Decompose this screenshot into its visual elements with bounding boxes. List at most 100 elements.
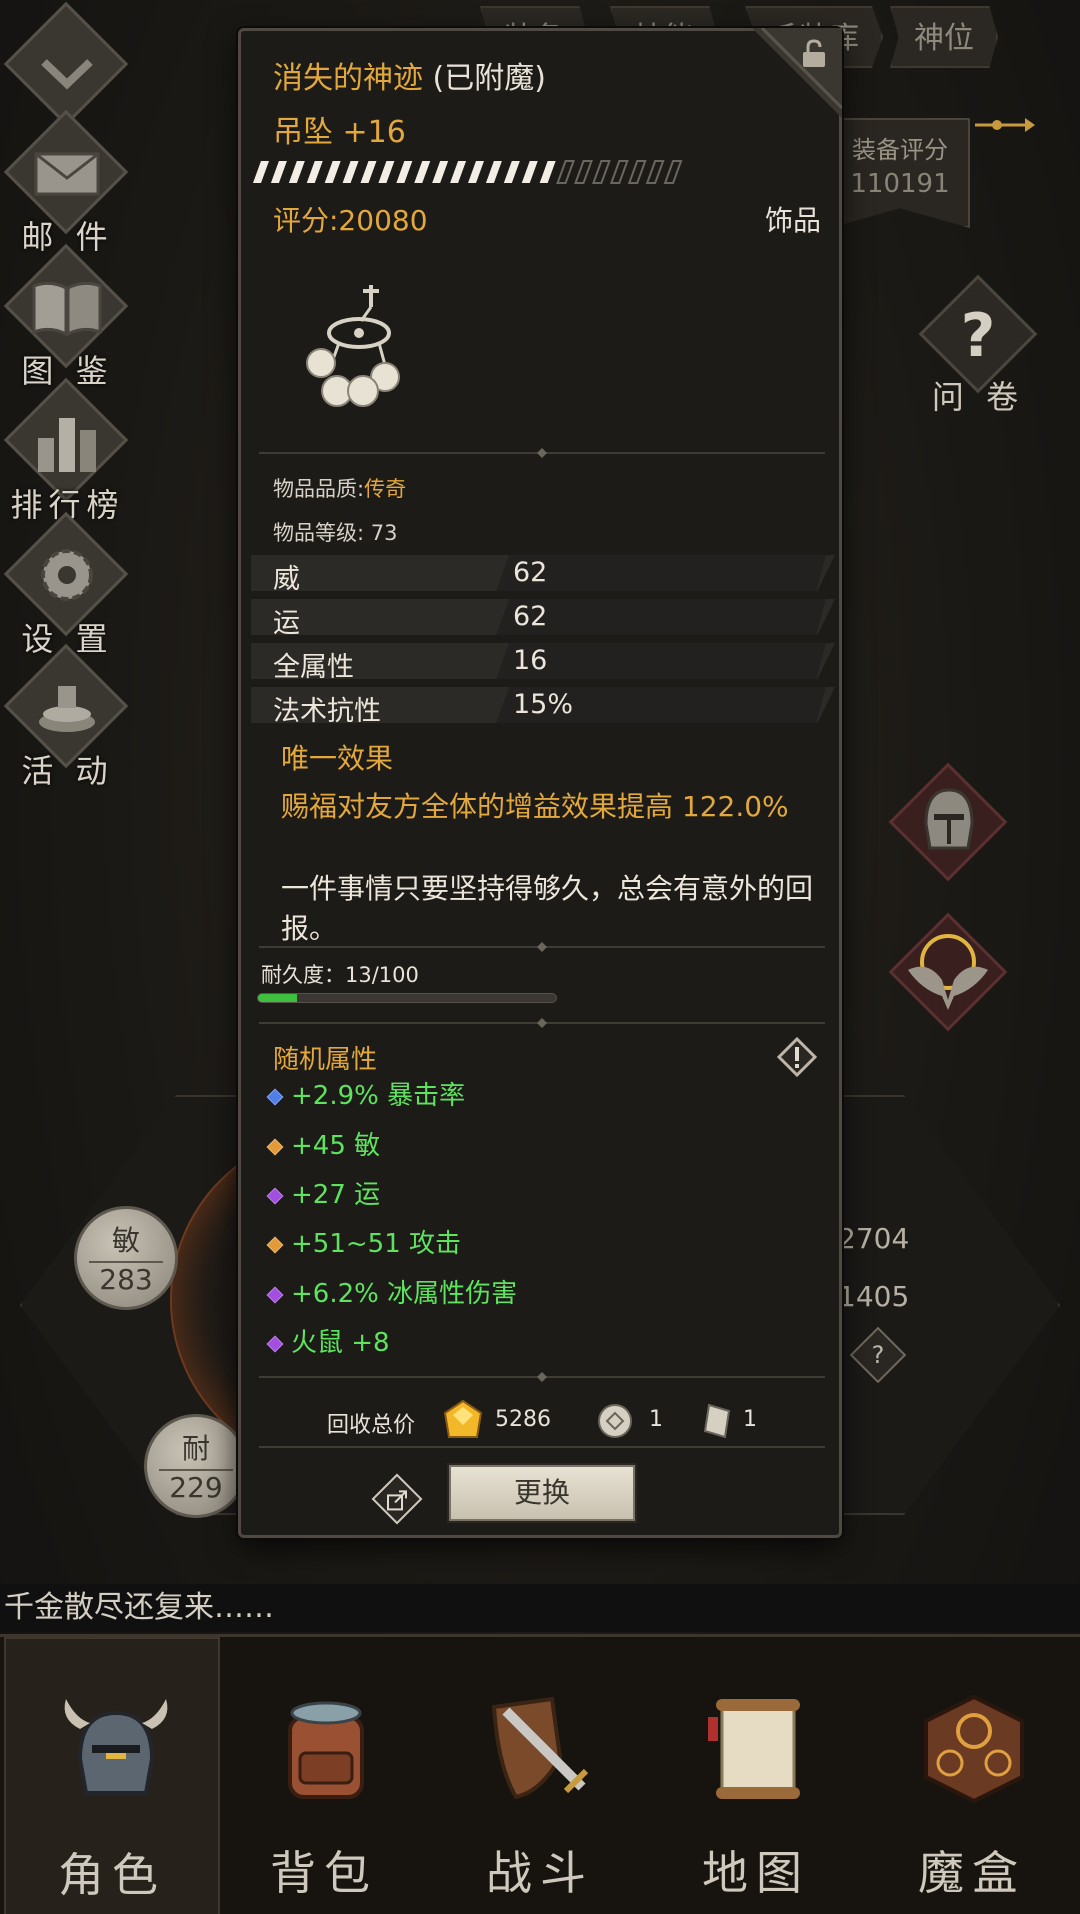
base-stat-row: 威 62	[251, 555, 835, 595]
enhance-segment	[574, 160, 593, 184]
nav-battle[interactable]: 战斗	[432, 1637, 648, 1914]
nav-map-label: 地图	[702, 1846, 810, 1900]
section-divider	[259, 1018, 825, 1028]
stat-value-1: 2704	[838, 1222, 910, 1255]
enhance-segment	[378, 161, 395, 183]
codex-button[interactable]: 图 鉴	[0, 243, 135, 392]
random-affix: 火鼠 +8	[266, 1322, 390, 1359]
gem-icon	[266, 1335, 284, 1352]
material-shard-icon	[703, 1403, 731, 1439]
random-affix-text: +6.2% 冰属性伤害	[291, 1279, 518, 1309]
enhance-segment	[396, 161, 413, 183]
chevron-down-icon	[41, 59, 93, 90]
base-stat-key: 全属性	[273, 652, 354, 683]
enhance-segment	[556, 160, 576, 184]
nav-character[interactable]: 角色	[4, 1637, 220, 1914]
endurance-stat-badge[interactable]: 耐 229	[144, 1414, 248, 1518]
base-stat-key: 法术抗性	[273, 696, 381, 727]
enhance-segment	[306, 161, 323, 183]
base-stat-row: 法术抗性 15%	[251, 687, 835, 727]
gem-icon	[266, 1187, 284, 1204]
nav-magic-box[interactable]: 魔盒	[864, 1637, 1080, 1914]
agility-stat-value: 283	[89, 1261, 163, 1296]
share-button[interactable]	[371, 1473, 423, 1525]
rank-emblem-button[interactable]	[878, 912, 1018, 1060]
enhance-segment	[609, 160, 629, 184]
nav-backpack[interactable]: 背包	[216, 1637, 432, 1914]
item-quality-label: 物品品质:	[273, 477, 365, 501]
pendant-icon	[306, 285, 400, 407]
agility-stat-key: 敏	[111, 1224, 140, 1257]
magic-cube-icon	[924, 1694, 1024, 1804]
enhance-segment	[521, 161, 538, 183]
backpack-icon	[288, 1701, 364, 1799]
scroll-map-icon	[708, 1699, 800, 1799]
question-icon: ?	[871, 1341, 885, 1369]
base-stat-row: 运 62	[251, 599, 835, 639]
warning-icon[interactable]	[777, 1037, 817, 1077]
section-divider	[259, 942, 825, 952]
item-name: 消失的神迹	[273, 61, 423, 96]
lock-icon[interactable]	[799, 39, 829, 69]
wing-emblem-icon	[908, 934, 988, 1010]
nav-map[interactable]: 地图	[648, 1637, 864, 1914]
enhance-segment	[468, 161, 484, 183]
community-button[interactable]	[878, 762, 1018, 910]
enhance-segment	[288, 161, 305, 183]
enhance-segment	[450, 161, 467, 183]
gem-icon	[266, 1236, 284, 1253]
book-icon	[32, 281, 102, 337]
item-quality: 物品品质:传奇	[273, 473, 406, 503]
mail-icon	[34, 152, 100, 196]
survey-button[interactable]: ? 问 卷	[908, 274, 1048, 422]
mail-button[interactable]: 邮 件	[0, 109, 135, 258]
helmet-icon	[64, 1699, 168, 1795]
base-stat-row: 全属性 16	[251, 643, 835, 683]
random-affix: +45 敏	[266, 1125, 381, 1162]
random-affix-text: 火鼠 +8	[291, 1328, 390, 1358]
agility-stat-badge[interactable]: 敏 283	[74, 1206, 178, 1310]
section-divider	[259, 448, 825, 458]
bottom-navigation: 角色 背包 战斗 地图 魔盒	[0, 1634, 1080, 1914]
item-detail-card: 消失的神迹 (已附魔) 吊坠 +16 评分:20080 饰品 物品品质:传奇 物…	[238, 28, 842, 1538]
material-coin-icon	[598, 1404, 632, 1438]
gem-icon	[266, 1286, 284, 1303]
enhance-segment	[591, 160, 611, 184]
stat-value-2: 1405	[838, 1280, 910, 1313]
item-slot-level: 吊坠 +16	[273, 115, 406, 150]
gear-icon	[41, 549, 93, 601]
random-affix: +2.9% 暴击率	[266, 1075, 465, 1112]
recycle-material2-amount: 1	[743, 1407, 757, 1432]
section-divider	[259, 1446, 825, 1448]
item-enchant-tag: (已附魔)	[432, 61, 546, 96]
random-affix: +6.2% 冰属性伤害	[266, 1273, 518, 1310]
survey-label: 问 卷	[931, 378, 1025, 416]
leaderboard-button[interactable]: 排行榜	[0, 377, 135, 526]
enhance-segment	[253, 161, 269, 183]
enhance-segment	[645, 160, 665, 184]
enhance-segment	[270, 161, 287, 183]
random-affix-text: +45 敏	[291, 1131, 381, 1161]
sword-shield-icon	[491, 1696, 589, 1800]
section-divider	[259, 1372, 825, 1382]
base-stat-value: 62	[513, 557, 548, 588]
durability-bar	[257, 993, 557, 1003]
base-stat-value: 62	[513, 601, 548, 632]
random-affix: +27 运	[266, 1174, 380, 1211]
base-stat-key: 威	[273, 564, 300, 595]
nav-magic-box-label: 魔盒	[918, 1846, 1026, 1900]
question-icon: ?	[961, 302, 996, 368]
settings-button[interactable]: 设 置	[0, 511, 135, 660]
endurance-stat-value: 229	[159, 1469, 233, 1504]
helmet-icon	[924, 788, 974, 850]
swap-button[interactable]: 更换	[449, 1465, 635, 1521]
tab-divine-position[interactable]: 神位	[890, 6, 998, 68]
base-stat-key: 运	[273, 608, 300, 639]
recycle-label: 回收总价	[327, 1413, 416, 1438]
random-affix-text: +51~51 攻击	[291, 1229, 462, 1259]
durability-label: 耐久度：13/100	[261, 963, 419, 987]
events-button[interactable]: 活 动	[0, 643, 135, 792]
enhance-segment	[432, 161, 449, 183]
enhance-segment	[342, 161, 359, 183]
enhance-progress-bar	[253, 160, 683, 184]
